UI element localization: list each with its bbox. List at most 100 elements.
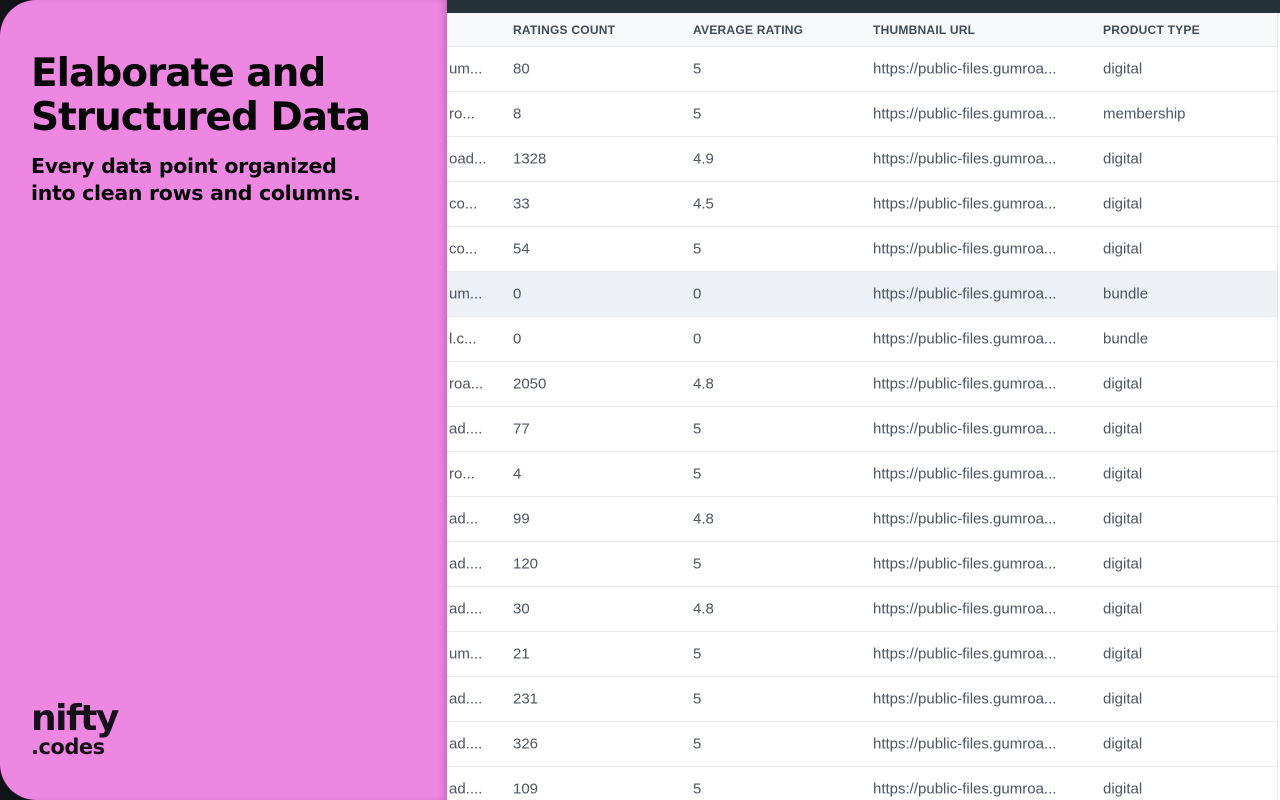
cell-thumbnail-url: https://public-files.gumroa... xyxy=(873,646,1056,663)
cell-thumbnail-url: https://public-files.gumroa... xyxy=(873,331,1056,348)
cell-product-type: bundle xyxy=(1103,331,1148,348)
table-row[interactable]: ad.... 77 5 https://public-files.gumroa.… xyxy=(447,407,1277,452)
cell-url-truncated: um... xyxy=(449,61,482,78)
cell-url-truncated: ad.... xyxy=(449,556,482,573)
cell-thumbnail-url: https://public-files.gumroa... xyxy=(873,736,1056,753)
cell-thumbnail-url: https://public-files.gumroa... xyxy=(873,781,1056,798)
table-row[interactable]: ro... 8 5 https://public-files.gumroa...… xyxy=(447,92,1277,137)
brand-tld: .codes xyxy=(31,737,118,758)
cell-product-type: digital xyxy=(1103,466,1142,483)
column-header-ratings-count[interactable]: RATINGS COUNT xyxy=(513,23,615,37)
cell-average-rating: 5 xyxy=(693,241,701,258)
brand-name: nifty xyxy=(31,701,118,737)
cell-ratings-count: 77 xyxy=(513,421,530,438)
cell-url-truncated: co... xyxy=(449,196,477,213)
cell-average-rating: 5 xyxy=(693,781,701,798)
cell-thumbnail-url: https://public-files.gumroa... xyxy=(873,376,1056,393)
cell-url-truncated: um... xyxy=(449,286,482,303)
cell-product-type: digital xyxy=(1103,646,1142,663)
cell-product-type: digital xyxy=(1103,421,1142,438)
table-row[interactable]: ad.... 326 5 https://public-files.gumroa… xyxy=(447,722,1277,767)
cell-average-rating: 5 xyxy=(693,421,701,438)
cell-url-truncated: um... xyxy=(449,646,482,663)
card-title-line1: Elaborate and xyxy=(31,52,407,96)
table-region: RATINGS COUNT AVERAGE RATING THUMBNAIL U… xyxy=(447,13,1278,800)
cell-ratings-count: 4 xyxy=(513,466,521,483)
cell-url-truncated: ad... xyxy=(449,511,478,528)
cell-thumbnail-url: https://public-files.gumroa... xyxy=(873,151,1056,168)
cell-product-type: digital xyxy=(1103,241,1142,258)
table-row[interactable]: oad... 1328 4.9 https://public-files.gum… xyxy=(447,137,1277,182)
cell-ratings-count: 8 xyxy=(513,106,521,123)
cell-average-rating: 4.9 xyxy=(693,151,714,168)
table-row[interactable]: ro... 4 5 https://public-files.gumroa...… xyxy=(447,452,1277,497)
cell-average-rating: 4.8 xyxy=(693,376,714,393)
brand-logo: nifty .codes xyxy=(31,701,118,758)
cell-average-rating: 5 xyxy=(693,556,701,573)
cell-product-type: membership xyxy=(1103,106,1186,123)
cell-average-rating: 4.8 xyxy=(693,511,714,528)
cell-thumbnail-url: https://public-files.gumroa... xyxy=(873,106,1056,123)
cell-thumbnail-url: https://public-files.gumroa... xyxy=(873,601,1056,618)
cell-thumbnail-url: https://public-files.gumroa... xyxy=(873,241,1056,258)
table-row[interactable]: um... 21 5 https://public-files.gumroa..… xyxy=(447,632,1277,677)
cell-ratings-count: 231 xyxy=(513,691,538,708)
table-row[interactable]: l.c... 0 0 https://public-files.gumroa..… xyxy=(447,317,1277,362)
cell-ratings-count: 30 xyxy=(513,601,530,618)
cell-url-truncated: roa... xyxy=(449,376,483,393)
cell-ratings-count: 99 xyxy=(513,511,530,528)
cell-average-rating: 0 xyxy=(693,331,701,348)
cell-thumbnail-url: https://public-files.gumroa... xyxy=(873,286,1056,303)
table-row[interactable]: um... 80 5 https://public-files.gumroa..… xyxy=(447,47,1277,92)
cell-ratings-count: 33 xyxy=(513,196,530,213)
cell-product-type: bundle xyxy=(1103,286,1148,303)
cell-thumbnail-url: https://public-files.gumroa... xyxy=(873,691,1056,708)
table-row[interactable]: roa... 2050 4.8 https://public-files.gum… xyxy=(447,362,1277,407)
column-header-average-rating[interactable]: AVERAGE RATING xyxy=(693,23,803,37)
cell-average-rating: 5 xyxy=(693,736,701,753)
cell-product-type: digital xyxy=(1103,781,1142,798)
cell-ratings-count: 54 xyxy=(513,241,530,258)
cell-url-truncated: ad.... xyxy=(449,781,482,798)
cell-ratings-count: 0 xyxy=(513,331,521,348)
cell-average-rating: 5 xyxy=(693,466,701,483)
table-row[interactable]: ad... 99 4.8 https://public-files.gumroa… xyxy=(447,497,1277,542)
table-header-row: RATINGS COUNT AVERAGE RATING THUMBNAIL U… xyxy=(447,13,1277,47)
products-table: RATINGS COUNT AVERAGE RATING THUMBNAIL U… xyxy=(447,13,1280,800)
cell-average-rating: 0 xyxy=(693,286,701,303)
cell-product-type: digital xyxy=(1103,61,1142,78)
card-title-line2: Structured Data xyxy=(31,96,407,140)
card-subtitle: Every data point organized into clean ro… xyxy=(31,153,367,207)
cell-url-truncated: ad.... xyxy=(449,736,482,753)
cell-url-truncated: ad.... xyxy=(449,601,482,618)
table-row[interactable]: ad.... 231 5 https://public-files.gumroa… xyxy=(447,677,1277,722)
cell-url-truncated: l.c... xyxy=(449,331,477,348)
column-header-thumbnail-url[interactable]: THUMBNAIL URL xyxy=(873,23,975,37)
table-body: um... 80 5 https://public-files.gumroa..… xyxy=(447,47,1277,800)
table-row[interactable]: ad.... 30 4.8 https://public-files.gumro… xyxy=(447,587,1277,632)
app-toolbar xyxy=(447,0,1280,13)
cell-thumbnail-url: https://public-files.gumroa... xyxy=(873,511,1056,528)
cell-url-truncated: ad.... xyxy=(449,421,482,438)
cell-product-type: digital xyxy=(1103,196,1142,213)
table-row[interactable]: ad.... 109 5 https://public-files.gumroa… xyxy=(447,767,1277,800)
cell-url-truncated: co... xyxy=(449,241,477,258)
cell-thumbnail-url: https://public-files.gumroa... xyxy=(873,61,1056,78)
column-header-product-type[interactable]: PRODUCT TYPE xyxy=(1103,23,1200,37)
table-row[interactable]: um... 0 0 https://public-files.gumroa...… xyxy=(447,272,1277,317)
table-row[interactable]: co... 54 5 https://public-files.gumroa..… xyxy=(447,227,1277,272)
cell-average-rating: 5 xyxy=(693,691,701,708)
cell-ratings-count: 0 xyxy=(513,286,521,303)
cell-url-truncated: ro... xyxy=(449,106,475,123)
cell-product-type: digital xyxy=(1103,556,1142,573)
card-title: Elaborate and Structured Data xyxy=(31,52,407,139)
cell-ratings-count: 120 xyxy=(513,556,538,573)
cell-ratings-count: 80 xyxy=(513,61,530,78)
cell-ratings-count: 109 xyxy=(513,781,538,798)
cell-ratings-count: 326 xyxy=(513,736,538,753)
cell-product-type: digital xyxy=(1103,736,1142,753)
cell-product-type: digital xyxy=(1103,511,1142,528)
table-row[interactable]: ad.... 120 5 https://public-files.gumroa… xyxy=(447,542,1277,587)
table-row[interactable]: co... 33 4.5 https://public-files.gumroa… xyxy=(447,182,1277,227)
cell-average-rating: 5 xyxy=(693,61,701,78)
